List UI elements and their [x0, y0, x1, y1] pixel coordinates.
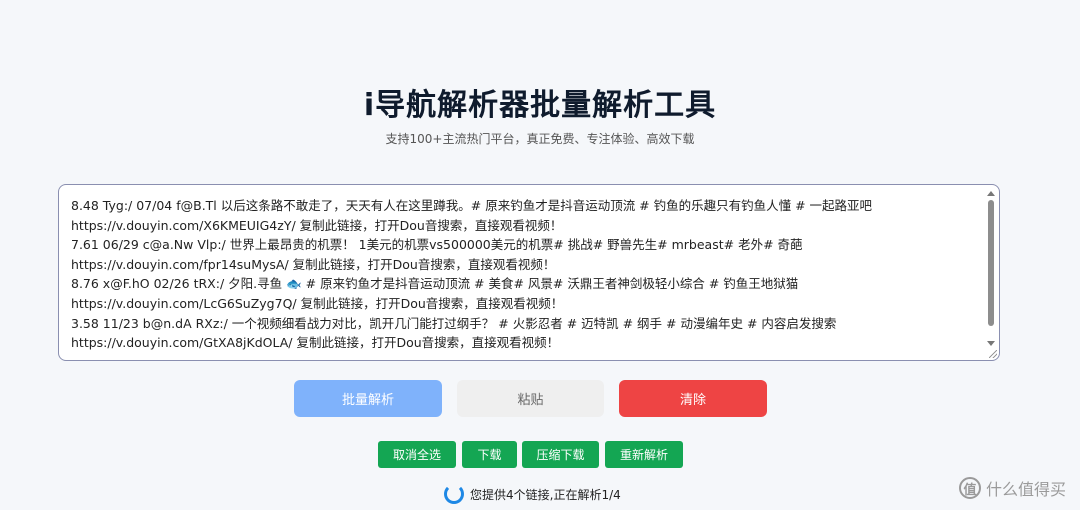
input-line: https://v.douyin.com/fpr14suMysA/ 复制此链接，… [71, 256, 556, 272]
watermark: 值 什么值得买 [958, 476, 1066, 500]
resize-grip-icon[interactable] [989, 350, 997, 358]
watermark-text: 什么值得买 [985, 480, 1066, 499]
input-line: 7.61 06/29 c@a.Nw Vlp:/ 世界上最昂贵的机票！ 1美元的机… [71, 237, 803, 253]
input-line: https://v.douyin.com/X6KMEUIG4zY/ 复制此链接，… [71, 217, 563, 233]
parse-status: 您提供4个链接,正在解析1/4 [444, 483, 621, 505]
input-line: 8.76 x@F.hO 02/26 tRX:/ 夕阳.寻鱼 🐟 # 原来钓鱼才是… [71, 276, 799, 292]
input-line: https://v.douyin.com/LcG6SuZyg7Q/ 复制此链接，… [71, 295, 564, 311]
input-line: 3.58 11/23 b@n.dA RXz:/ 一个视频细看战力对比，凯开几门能… [71, 315, 837, 331]
page-subtitle: 支持100+主流热门平台，真正免费、专注体验、高效下载 [385, 132, 695, 146]
watermark-logo-icon: 值 [958, 477, 981, 499]
textarea-scrollbar[interactable] [985, 189, 997, 356]
reparse-button[interactable]: 重新解析 [605, 441, 683, 468]
input-line: https://v.douyin.com/GtXA8jKdOLA/ 复制此链接，… [71, 335, 560, 351]
page-title: i导航解析器批量解析工具 [363, 88, 717, 123]
status-text: 您提供4个链接,正在解析1/4 [470, 487, 621, 502]
scroll-thumb[interactable] [988, 200, 994, 326]
paste-button[interactable]: 粘贴 [457, 380, 604, 417]
scroll-up-arrow-icon[interactable] [987, 191, 995, 196]
scroll-down-arrow-icon[interactable] [987, 341, 995, 346]
input-line: 8.48 Tyg:/ 07/04 f@B.Tl 以后这条路不敢走了，天天有人在这… [71, 198, 873, 213]
download-button[interactable]: 下载 [462, 441, 517, 468]
batch-parse-button[interactable]: 批量解析 [294, 380, 442, 417]
clear-button[interactable]: 清除 [619, 380, 767, 417]
link-input-content[interactable]: 8.48 Tyg:/ 07/04 f@B.Tl 以后这条路不敢走了，天天有人在这… [71, 196, 975, 353]
zip-download-button[interactable]: 压缩下载 [522, 441, 599, 468]
deselect-all-button[interactable]: 取消全选 [378, 441, 456, 468]
link-input-textarea[interactable]: 8.48 Tyg:/ 07/04 f@B.Tl 以后这条路不敢走了，天天有人在这… [58, 184, 1000, 361]
loading-spinner-icon [444, 484, 464, 504]
